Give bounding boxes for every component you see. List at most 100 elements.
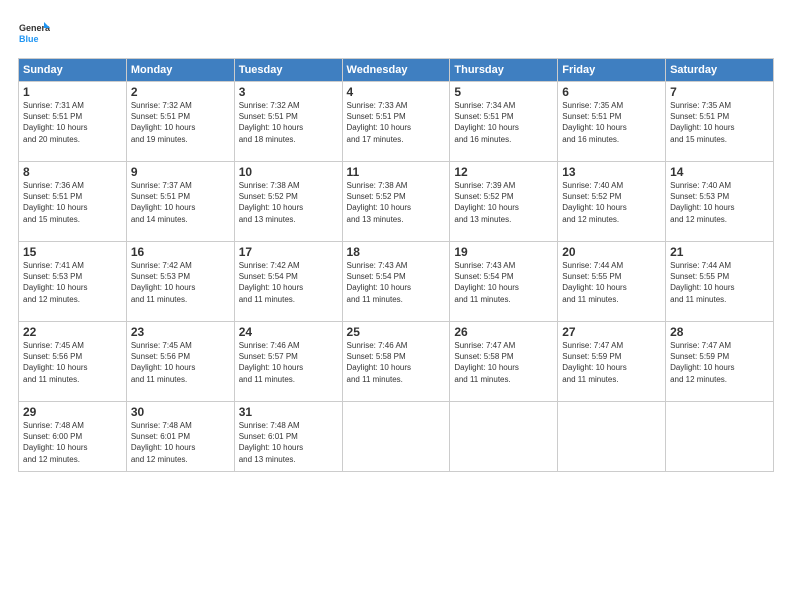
calendar-cell: 9Sunrise: 7:37 AM Sunset: 5:51 PM Daylig… [126,162,234,242]
logo: General Blue [18,18,50,50]
weekday-tuesday: Tuesday [234,59,342,82]
day-info: Sunrise: 7:46 AM Sunset: 5:57 PM Dayligh… [239,340,338,385]
day-number: 27 [562,325,661,339]
calendar-cell: 31Sunrise: 7:48 AM Sunset: 6:01 PM Dayli… [234,402,342,472]
calendar-cell: 19Sunrise: 7:43 AM Sunset: 5:54 PM Dayli… [450,242,558,322]
day-number: 30 [131,405,230,419]
calendar-cell: 3Sunrise: 7:32 AM Sunset: 5:51 PM Daylig… [234,82,342,162]
calendar-cell: 14Sunrise: 7:40 AM Sunset: 5:53 PM Dayli… [666,162,774,242]
calendar-cell: 6Sunrise: 7:35 AM Sunset: 5:51 PM Daylig… [558,82,666,162]
calendar-cell: 25Sunrise: 7:46 AM Sunset: 5:58 PM Dayli… [342,322,450,402]
day-info: Sunrise: 7:47 AM Sunset: 5:58 PM Dayligh… [454,340,553,385]
day-number: 18 [347,245,446,259]
day-info: Sunrise: 7:47 AM Sunset: 5:59 PM Dayligh… [670,340,769,385]
day-info: Sunrise: 7:42 AM Sunset: 5:54 PM Dayligh… [239,260,338,305]
day-info: Sunrise: 7:32 AM Sunset: 5:51 PM Dayligh… [131,100,230,145]
day-number: 12 [454,165,553,179]
day-info: Sunrise: 7:33 AM Sunset: 5:51 PM Dayligh… [347,100,446,145]
calendar-table: SundayMondayTuesdayWednesdayThursdayFrid… [18,58,774,472]
calendar-week-4: 22 Sunrise: 7:45 AM Sunset: 5:56 PM Dayli… [19,322,774,402]
day-number: 21 [670,245,769,259]
day-info: Sunrise: 7:39 AM Sunset: 5:52 PM Dayligh… [454,180,553,225]
day-number: 5 [454,85,553,99]
day-number: 7 [670,85,769,99]
day-info: Sunrise: 7:43 AM Sunset: 5:54 PM Dayligh… [454,260,553,305]
calendar-week-1: 1Sunrise: 7:31 AM Sunset: 5:51 PM Daylig… [19,82,774,162]
day-info: Sunrise: 7:38 AM Sunset: 5:52 PM Dayligh… [239,180,338,225]
calendar-cell: 10Sunrise: 7:38 AM Sunset: 5:52 PM Dayli… [234,162,342,242]
calendar-body: 1Sunrise: 7:31 AM Sunset: 5:51 PM Daylig… [19,82,774,472]
day-info: Sunrise: 7:48 AM Sunset: 6:01 PM Dayligh… [131,420,230,465]
logo-svg: General Blue [18,18,50,50]
calendar-cell: 1Sunrise: 7:31 AM Sunset: 5:51 PM Daylig… [19,82,127,162]
day-number: 11 [347,165,446,179]
calendar-cell: 13Sunrise: 7:40 AM Sunset: 5:52 PM Dayli… [558,162,666,242]
calendar-cell [558,402,666,472]
day-number: 28 [670,325,769,339]
calendar-week-2: 8Sunrise: 7:36 AM Sunset: 5:51 PM Daylig… [19,162,774,242]
weekday-saturday: Saturday [666,59,774,82]
calendar-week-5: 29Sunrise: 7:48 AM Sunset: 6:00 PM Dayli… [19,402,774,472]
calendar-cell [450,402,558,472]
calendar-cell: 22Sunrise: 7:45 AM Sunset: 5:56 PM Dayli… [19,322,127,402]
day-info: Sunrise: 7:37 AM Sunset: 5:51 PM Dayligh… [131,180,230,225]
day-info: Sunrise: 7:38 AM Sunset: 5:52 PM Dayligh… [347,180,446,225]
day-number: 24 [239,325,338,339]
calendar-cell: 8Sunrise: 7:36 AM Sunset: 5:51 PM Daylig… [19,162,127,242]
day-info: Sunrise: 7:40 AM Sunset: 5:52 PM Dayligh… [562,180,661,225]
day-number: 10 [239,165,338,179]
weekday-monday: Monday [126,59,234,82]
weekday-thursday: Thursday [450,59,558,82]
weekday-wednesday: Wednesday [342,59,450,82]
day-info: Sunrise: 7:48 AM Sunset: 6:01 PM Dayligh… [239,420,338,465]
day-number: 17 [239,245,338,259]
day-info: Sunrise: 7:45 AM Sunset: 5:56 PM Dayligh… [131,340,230,385]
weekday-friday: Friday [558,59,666,82]
day-info: Sunrise: 7:43 AM Sunset: 5:54 PM Dayligh… [347,260,446,305]
svg-text:Blue: Blue [19,34,39,44]
calendar-cell: 30Sunrise: 7:48 AM Sunset: 6:01 PM Dayli… [126,402,234,472]
main-container: General Blue SundayMondayTuesdayWednesda… [0,0,792,612]
day-info: Sunrise: 7:36 AM Sunset: 5:51 PM Dayligh… [23,180,122,225]
day-info: Sunrise: 7:44 AM Sunset: 5:55 PM Dayligh… [562,260,661,305]
calendar-cell: 12Sunrise: 7:39 AM Sunset: 5:52 PM Dayli… [450,162,558,242]
calendar-cell: 20Sunrise: 7:44 AM Sunset: 5:55 PM Dayli… [558,242,666,322]
day-info: Sunrise: 7:31 AM Sunset: 5:51 PM Dayligh… [23,100,122,145]
day-number: 15 [23,245,122,259]
day-number: 16 [131,245,230,259]
day-number: 26 [454,325,553,339]
calendar-cell: 16Sunrise: 7:42 AM Sunset: 5:53 PM Dayli… [126,242,234,322]
calendar-cell: 17Sunrise: 7:42 AM Sunset: 5:54 PM Dayli… [234,242,342,322]
day-number: 19 [454,245,553,259]
day-info: Sunrise: 7:44 AM Sunset: 5:55 PM Dayligh… [670,260,769,305]
day-info: Sunrise: 7:41 AM Sunset: 5:53 PM Dayligh… [23,260,122,305]
day-number: 25 [347,325,446,339]
day-number: 9 [131,165,230,179]
day-info: Sunrise: 7:34 AM Sunset: 5:51 PM Dayligh… [454,100,553,145]
calendar-cell: 26Sunrise: 7:47 AM Sunset: 5:58 PM Dayli… [450,322,558,402]
calendar-cell: 29Sunrise: 7:48 AM Sunset: 6:00 PM Dayli… [19,402,127,472]
day-number: 2 [131,85,230,99]
day-info: Sunrise: 7:46 AM Sunset: 5:58 PM Dayligh… [347,340,446,385]
day-number: 1 [23,85,122,99]
day-info: Sunrise: 7:40 AM Sunset: 5:53 PM Dayligh… [670,180,769,225]
calendar-cell [342,402,450,472]
day-number: 6 [562,85,661,99]
day-number: 14 [670,165,769,179]
day-info: Sunrise: 7:35 AM Sunset: 5:51 PM Dayligh… [670,100,769,145]
calendar-cell: 23Sunrise: 7:45 AM Sunset: 5:56 PM Dayli… [126,322,234,402]
calendar-cell: 11Sunrise: 7:38 AM Sunset: 5:52 PM Dayli… [342,162,450,242]
day-number: 31 [239,405,338,419]
day-number: 23 [131,325,230,339]
day-number: 29 [23,405,122,419]
calendar-cell: 7Sunrise: 7:35 AM Sunset: 5:51 PM Daylig… [666,82,774,162]
calendar-cell: 27Sunrise: 7:47 AM Sunset: 5:59 PM Dayli… [558,322,666,402]
day-number: 3 [239,85,338,99]
day-info: Sunrise: 7:35 AM Sunset: 5:51 PM Dayligh… [562,100,661,145]
day-number: 4 [347,85,446,99]
calendar-cell: 4Sunrise: 7:33 AM Sunset: 5:51 PM Daylig… [342,82,450,162]
calendar-cell: 21Sunrise: 7:44 AM Sunset: 5:55 PM Dayli… [666,242,774,322]
calendar-cell: 15Sunrise: 7:41 AM Sunset: 5:53 PM Dayli… [19,242,127,322]
day-info: Sunrise: 7:42 AM Sunset: 5:53 PM Dayligh… [131,260,230,305]
day-number: 22 [23,325,122,339]
